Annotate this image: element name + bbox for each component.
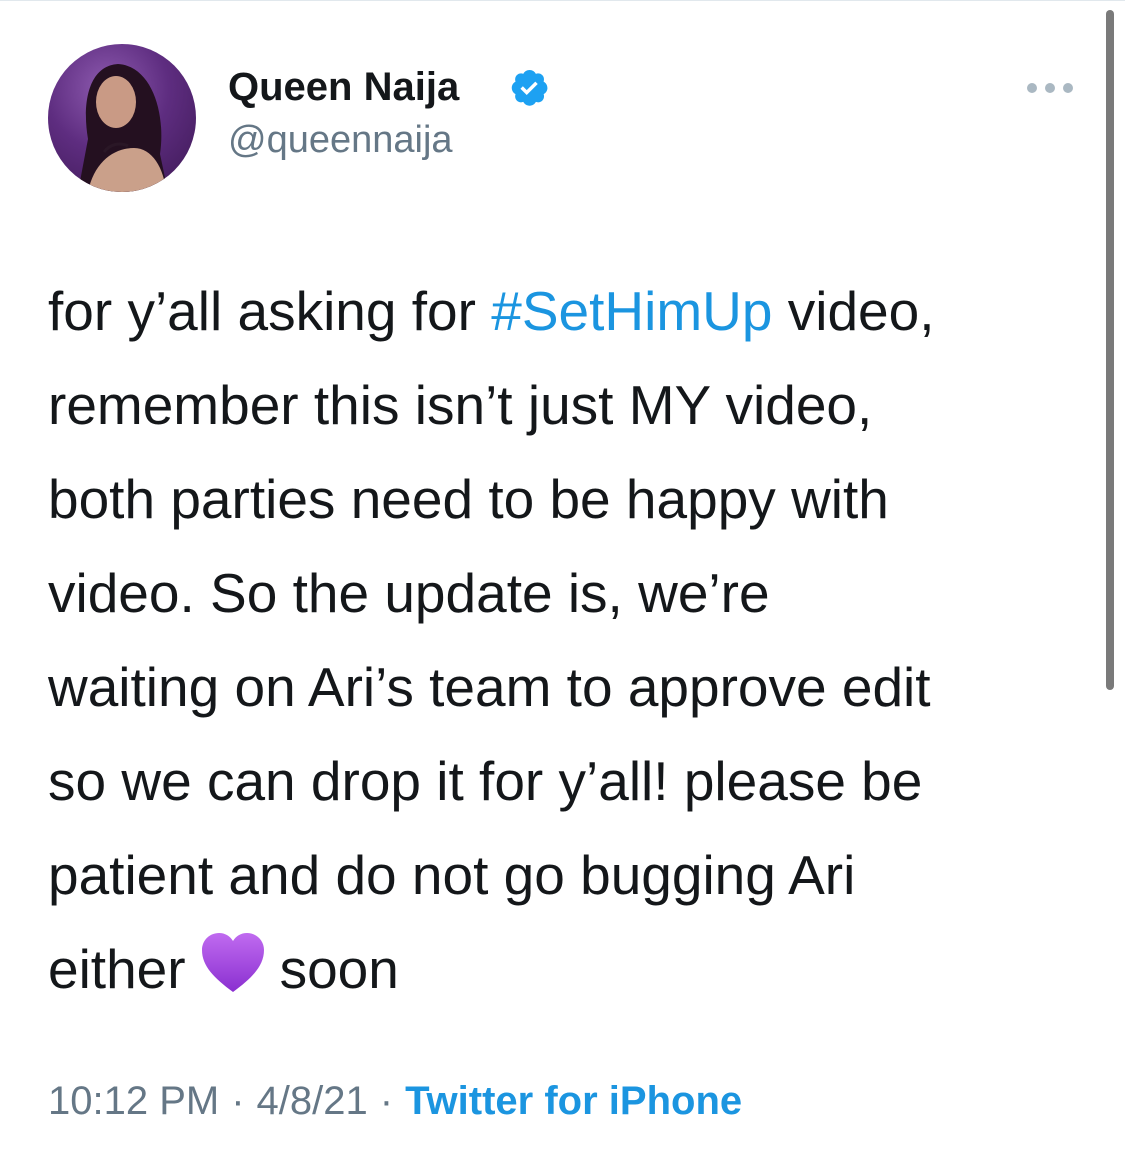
tweet-line: both parties need to be happy with bbox=[48, 468, 889, 530]
more-options-icon[interactable] bbox=[1024, 76, 1076, 100]
text-segment: either bbox=[48, 938, 186, 1000]
text-segment: for y’all asking for bbox=[48, 280, 492, 342]
tweet-line: waiting on Ari’s team to approve edit bbox=[48, 656, 931, 718]
tweet-line: remember this isn’t just MY video, bbox=[48, 374, 873, 436]
verified-badge-icon bbox=[511, 70, 548, 106]
tweet-source-link[interactable]: Twitter for iPhone bbox=[405, 1079, 742, 1123]
meta-separator: · bbox=[379, 1079, 394, 1123]
avatar-image bbox=[78, 64, 168, 192]
tweet-date[interactable]: 4/8/21 bbox=[257, 1079, 368, 1123]
text-segment: video, bbox=[772, 280, 935, 342]
tweet-text: for y’all asking for #SetHimUp video, re… bbox=[48, 264, 1088, 1016]
user-handle[interactable]: @queennaija bbox=[228, 116, 453, 164]
display-name[interactable]: Queen Naija bbox=[228, 62, 459, 112]
top-divider bbox=[0, 0, 1125, 1]
scrollbar[interactable] bbox=[1106, 10, 1114, 690]
tweet-line: patient and do not go bugging Ari bbox=[48, 844, 856, 906]
hashtag-link[interactable]: #SetHimUp bbox=[491, 280, 772, 342]
tweet-line: for y’all asking for #SetHimUp video, bbox=[48, 264, 1088, 358]
tweet-line: either soon bbox=[48, 922, 1088, 1016]
purple-heart-icon bbox=[201, 933, 264, 992]
tweet-time[interactable]: 10:12 PM bbox=[48, 1079, 219, 1123]
meta-separator: · bbox=[231, 1079, 245, 1123]
tweet-meta: 10:12 PM · 4/8/21 · Twitter for iPhone bbox=[48, 1076, 742, 1126]
tweet-line: video. So the update is, we’re bbox=[48, 562, 770, 624]
text-segment: soon bbox=[279, 938, 399, 1000]
avatar[interactable] bbox=[48, 44, 196, 192]
tweet-line: so we can drop it for y’all! please be bbox=[48, 750, 923, 812]
